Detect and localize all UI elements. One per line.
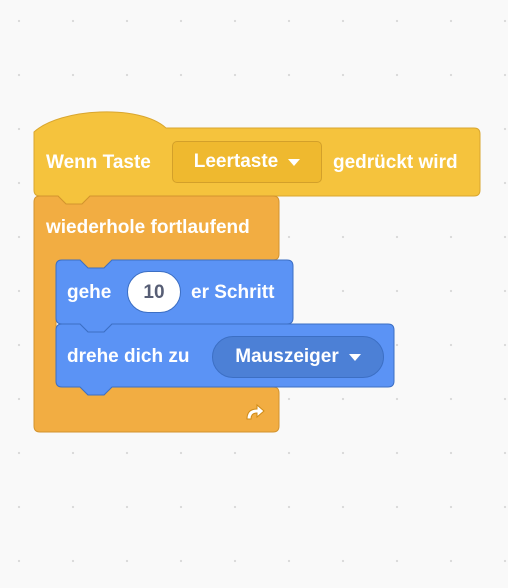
target-dropdown[interactable]: Mauszeiger xyxy=(212,336,384,378)
hat-label-suffix: gedrückt wird xyxy=(333,152,458,173)
point-label-prefix: drehe dich zu xyxy=(67,346,190,367)
hat-label-prefix: Wenn Taste xyxy=(46,152,151,173)
steps-input[interactable]: 10 xyxy=(127,271,181,313)
target-dropdown-value: Mauszeiger xyxy=(235,346,339,367)
code-workspace[interactable]: Wenn Taste Leertaste gedrückt wird wiede… xyxy=(0,0,508,588)
chevron-down-icon xyxy=(348,353,361,361)
key-dropdown[interactable]: Leertaste xyxy=(172,141,322,183)
move-label-suffix: er Schritt xyxy=(191,282,275,303)
loop-arrow-icon xyxy=(242,398,268,424)
chevron-down-icon xyxy=(288,158,301,166)
move-label-prefix: gehe xyxy=(67,282,112,303)
forever-label: wiederhole fortlaufend xyxy=(46,217,250,238)
key-dropdown-value: Leertaste xyxy=(193,151,279,172)
